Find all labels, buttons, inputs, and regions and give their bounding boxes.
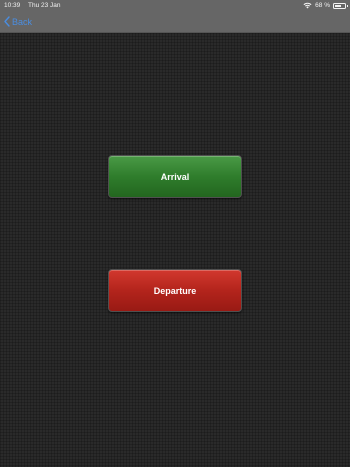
- chevron-left-icon: [4, 16, 10, 27]
- back-label: Back: [12, 16, 33, 27]
- battery-icon: [333, 2, 348, 9]
- status-left: 10:39 Thu 23 Jan: [4, 0, 67, 11]
- arrival-button[interactable]: Arrival: [108, 155, 242, 198]
- navigation-bar: Back: [0, 11, 350, 33]
- status-bar: 10:39 Thu 23 Jan 68 %: [0, 0, 350, 11]
- status-date: Thu 23 Jan: [27, 2, 61, 9]
- back-button[interactable]: Back: [4, 15, 32, 28]
- wifi-icon: [303, 2, 312, 9]
- status-time: 10:39: [4, 2, 21, 9]
- departure-label: Departure: [153, 285, 197, 296]
- battery-percent: 68 %: [315, 2, 330, 9]
- arrival-label: Arrival: [160, 171, 190, 182]
- battery-fill: [335, 4, 342, 7]
- status-right: 68 %: [303, 0, 348, 11]
- departure-button[interactable]: Departure: [108, 269, 242, 312]
